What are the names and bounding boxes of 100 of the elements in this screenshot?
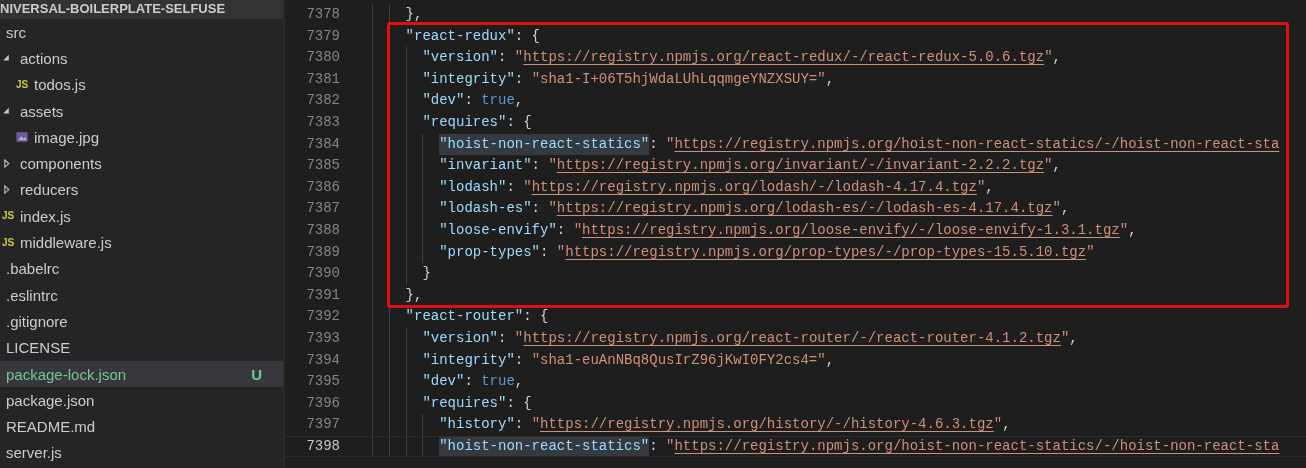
json-key: "react-redux" <box>405 25 515 48</box>
file-name: index.js <box>20 207 71 225</box>
punctuation: : <box>556 220 567 240</box>
json-key: "hoist-non-react-statics" <box>439 133 650 156</box>
json-key: "integrity" <box>422 68 515 91</box>
file-tree-item[interactable]: .eslintrc <box>0 281 283 309</box>
string-value: " <box>548 199 557 219</box>
punctuation: , <box>1128 220 1137 240</box>
punctuation: , <box>825 350 835 370</box>
string-value: " <box>1086 242 1095 262</box>
line-number: 7393 <box>305 328 340 348</box>
url-link[interactable]: https://registry.npmjs.org/lodash/-/lodash-4.17.4.tgz <box>531 176 977 199</box>
string-value: " <box>1060 328 1070 348</box>
string-value: " <box>556 242 566 262</box>
boolean-value: true <box>481 91 515 111</box>
punctuation: , <box>825 69 835 89</box>
string-value: " <box>1052 199 1061 219</box>
file-tree-item[interactable]: components <box>0 150 283 177</box>
string-value: " <box>666 134 675 154</box>
punctuation: : <box>540 242 550 262</box>
file-tree-item[interactable]: JS todos.js <box>0 71 283 98</box>
url-link[interactable]: https://registry.npmjs.org/invariant/-/invariant-2.2.2.tgz <box>556 155 1045 177</box>
punctuation: , <box>1002 415 1011 435</box>
url-link[interactable]: https://registry.npmjs.org/hoist-non-react-statics/-/hoist-non-react-sta <box>674 133 1280 156</box>
file-tree-item[interactable]: JS index.js <box>0 203 283 230</box>
string-value: " <box>573 220 583 240</box>
file-name: .gitignore <box>6 312 68 330</box>
punctuation: : <box>514 69 525 89</box>
string-value: "sha1-I+06T5hjWdaLUhLqqmgeYNZXSUY=" <box>531 69 826 89</box>
file-tree-item[interactable]: image.jpg <box>0 124 283 151</box>
file-tree-item[interactable]: actions <box>0 45 283 72</box>
file-name: package-lock.json <box>6 365 127 383</box>
url-link[interactable]: https://registry.npmjs.org/history/-/history-4.6.3.tgz <box>540 414 994 436</box>
string-value: " <box>1044 156 1053 176</box>
url-link[interactable]: https://registry.npmjs.org/hoist-non-react-statics/-/hoist-non-react-sta <box>674 436 1280 457</box>
line-number: 7384 <box>305 134 340 154</box>
line-number: 7381 <box>305 69 340 89</box>
json-key: "dev" <box>422 371 465 393</box>
punctuation: : { <box>506 393 532 413</box>
file-tree-item[interactable]: LICENSE <box>0 334 283 361</box>
line-number: 7394 <box>305 350 340 370</box>
file-tree-item[interactable]: assets <box>0 97 283 125</box>
punctuation: : { <box>523 307 549 327</box>
punctuation: : { <box>506 112 532 132</box>
punctuation: , <box>1060 199 1070 219</box>
line-number: 7379 <box>305 26 340 46</box>
json-key: "react-router" <box>405 306 524 328</box>
file-tree-item[interactable]: package.json <box>0 387 283 414</box>
string-value: " <box>514 48 524 68</box>
punctuation: } <box>422 264 431 284</box>
punctuation: : { <box>514 26 541 46</box>
punctuation: , <box>1052 156 1061 176</box>
file-name: reducers <box>20 181 79 199</box>
punctuation: , <box>1052 48 1061 68</box>
punctuation: : <box>464 372 474 392</box>
file-tree-item[interactable]: .gitignore <box>0 308 283 335</box>
string-value: " <box>976 177 986 197</box>
file-tree-item[interactable]: package-lock.json U <box>0 360 283 388</box>
url-link[interactable]: https://registry.npmjs.org/prop-types/-/prop-types-15.5.10.tgz <box>565 241 1087 264</box>
file-tree-item[interactable]: src <box>0 19 283 46</box>
punctuation: : <box>531 199 541 219</box>
url-link[interactable]: https://registry.npmjs.org/loose-envify/-/loose-envify-1.3.1.tgz <box>582 219 1120 242</box>
file-tree-item[interactable]: server.js <box>0 439 283 467</box>
url-link[interactable]: https://registry.npmjs.org/react-redux/-/react-redux-5.0.6.tgz <box>523 47 1045 69</box>
file-name: LICENSE <box>6 339 71 357</box>
punctuation: : <box>649 436 659 456</box>
file-tree-item[interactable]: JS middleware.js <box>0 229 283 256</box>
file-tree-item[interactable]: README.md <box>0 413 283 440</box>
string-value: " <box>1119 220 1129 240</box>
string-value: " <box>531 415 541 435</box>
line-number: 7398 <box>305 436 340 456</box>
line-number: 7387 <box>305 199 340 219</box>
punctuation: , <box>514 372 524 392</box>
git-status-label: U <box>251 365 262 383</box>
json-key: "requires" <box>422 111 507 134</box>
file-tree-item[interactable]: reducers <box>0 176 283 204</box>
js-file-icon: JS <box>0 208 16 225</box>
url-link[interactable]: https://registry.npmjs.org/react-router/-/react-router-4.1.2.tgz <box>523 327 1061 350</box>
punctuation: : <box>514 350 525 370</box>
js-file-icon: JS <box>0 234 16 251</box>
punctuation: , <box>985 177 994 197</box>
json-key: "invariant" <box>439 155 532 177</box>
line-number: 7389 <box>305 242 340 262</box>
json-key: "lodash" <box>439 176 507 199</box>
line-number: 7392 <box>305 307 340 327</box>
file-name: assets <box>20 102 64 120</box>
line-number: 7386 <box>305 177 340 197</box>
file-name: server.js <box>6 444 62 462</box>
json-key: "prop-types" <box>439 241 540 264</box>
url-link[interactable]: https://registry.npmjs.org/lodash-es/-/lodash-es-4.17.4.tgz <box>556 198 1053 220</box>
string-value: " <box>523 177 532 197</box>
line-number: 7388 <box>305 220 340 240</box>
punctuation: : <box>498 48 508 68</box>
line-number: 7382 <box>305 91 340 111</box>
file-name: components <box>20 155 102 173</box>
file-tree-item[interactable]: .babelrc <box>0 255 283 282</box>
json-key: "hoist-non-react-statics" <box>439 436 650 457</box>
json-key: "loose-envify" <box>439 219 557 242</box>
json-key: "dev" <box>422 90 465 112</box>
string-value: " <box>1044 48 1053 68</box>
